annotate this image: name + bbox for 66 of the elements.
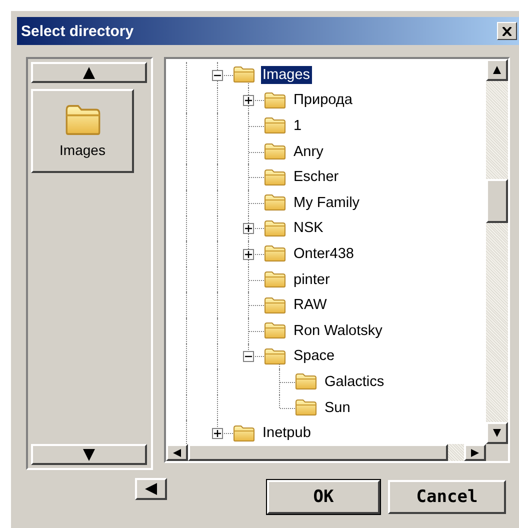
folder-icon (264, 271, 286, 288)
up-arrow-icon (83, 66, 95, 78)
folder-item[interactable]: Escher (292, 168, 341, 186)
scroll-up-button[interactable] (486, 59, 508, 81)
folder-icon (264, 220, 286, 237)
current-folder-tile[interactable]: Images (31, 89, 134, 173)
folder-icon (264, 296, 286, 314)
window-title: Select directory (21, 22, 134, 40)
folder-item[interactable]: pinter (292, 270, 332, 289)
scroll-right-button[interactable] (464, 444, 486, 461)
folder-icon (264, 322, 286, 340)
up-arrow-icon (493, 66, 501, 74)
folder-icon (264, 92, 286, 109)
right-arrow-icon (471, 448, 479, 456)
cancel-button[interactable]: Cancel (388, 480, 506, 514)
folder-item[interactable]: Space (292, 347, 337, 366)
scrollbar-corner (486, 444, 508, 461)
left-arrow-icon (172, 448, 180, 456)
scroll-up-button[interactable] (31, 62, 147, 83)
folder-item[interactable]: Природа (292, 91, 354, 110)
down-arrow-icon (493, 429, 501, 437)
folder-icon (232, 424, 254, 442)
expand-toggle[interactable] (242, 95, 254, 106)
collapse-toggle[interactable] (212, 70, 222, 81)
folder-icon (264, 245, 286, 262)
folder-item[interactable]: NSK (292, 219, 326, 238)
back-button[interactable] (135, 478, 167, 500)
folder-icon (64, 104, 100, 136)
scroll-thumb[interactable] (188, 444, 448, 461)
down-arrow-icon (83, 448, 95, 460)
folder-icon (264, 194, 286, 212)
left-arrow-icon (145, 483, 157, 495)
folder-item[interactable]: Galactics (322, 372, 386, 391)
folder-icon (232, 66, 254, 84)
folder-item[interactable]: My Family (292, 194, 362, 212)
scroll-down-button[interactable] (486, 422, 508, 444)
folder-icon (264, 143, 286, 160)
ok-button[interactable]: OK (267, 480, 380, 514)
folder-icon (264, 117, 286, 134)
scroll-down-button[interactable] (31, 444, 147, 465)
vertical-scrollbar[interactable] (486, 59, 508, 444)
folder-icon (264, 348, 286, 365)
plus-icon (244, 97, 252, 104)
folder-item[interactable]: Inetpub (260, 424, 313, 442)
expand-toggle[interactable] (242, 248, 254, 260)
folder-item[interactable]: Onter438 (292, 244, 356, 263)
folder-item[interactable]: Ron Walotsky (292, 322, 384, 340)
scroll-thumb[interactable] (486, 179, 508, 223)
folder-item[interactable]: Anry (292, 142, 326, 161)
close-button[interactable] (497, 22, 517, 40)
folder-item[interactable]: Sun (322, 398, 352, 417)
expand-toggle[interactable] (212, 428, 222, 440)
folder-item[interactable]: 1 (292, 116, 304, 135)
folder-item[interactable]: Images (260, 66, 312, 84)
horizontal-scrollbar[interactable] (166, 444, 486, 461)
folder-item[interactable]: RAW (292, 296, 329, 314)
folder-icon (294, 373, 316, 390)
folder-icon (294, 399, 316, 416)
collapse-toggle[interactable] (242, 351, 254, 362)
scroll-left-button[interactable] (166, 444, 188, 461)
plus-icon (244, 225, 252, 232)
plus-icon (214, 430, 220, 438)
expand-toggle[interactable] (242, 223, 254, 234)
plus-icon (244, 250, 252, 258)
folder-icon (264, 168, 286, 186)
close-icon (502, 26, 512, 36)
